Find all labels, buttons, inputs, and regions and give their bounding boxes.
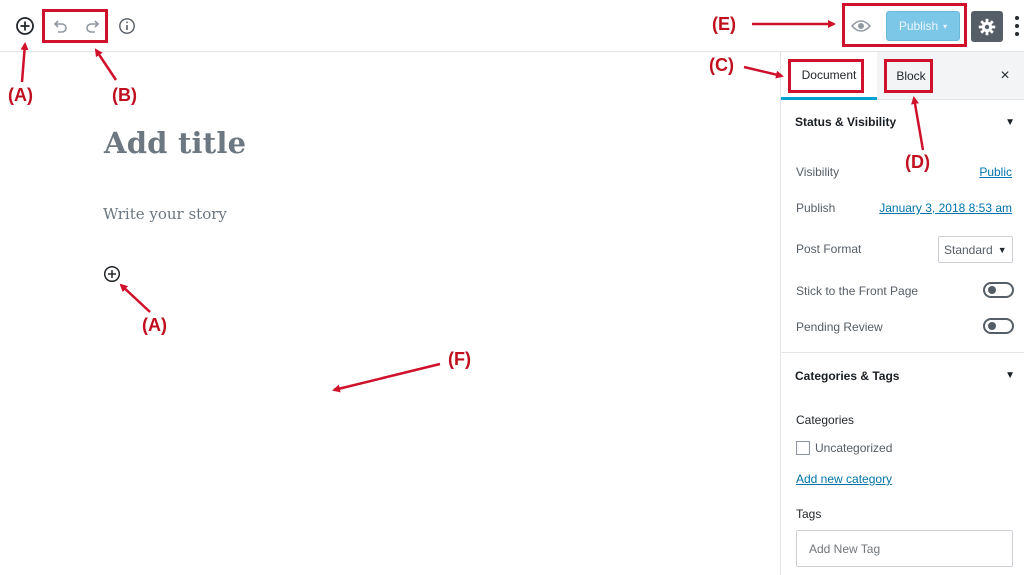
pending-review-label: Pending Review (796, 320, 883, 334)
settings-sidebar: Document Block × Status & Visibility ▼ V… (780, 52, 1024, 575)
annotation-box-b (42, 9, 108, 43)
category-checkbox[interactable] (796, 441, 810, 455)
annotation-label-c: (C) (709, 55, 734, 75)
plus-circle-icon[interactable] (13, 14, 37, 38)
vertical-ellipsis-icon[interactable] (1013, 14, 1021, 38)
panel-title: Categories & Tags (795, 368, 900, 383)
info-icon[interactable] (116, 15, 138, 37)
tag-input[interactable]: Add New Tag (796, 530, 1013, 567)
category-label: Uncategorized (815, 441, 893, 455)
add-new-category-link[interactable]: Add new category (796, 472, 892, 486)
publish-date-link[interactable]: January 3, 2018 8:53 am (879, 201, 1012, 215)
annotation-box-e (842, 3, 967, 47)
sticky-label: Stick to the Front Page (796, 284, 919, 298)
visibility-label: Visibility (796, 165, 840, 179)
visibility-link[interactable]: Public (979, 165, 1012, 179)
pending-review-toggle[interactable] (983, 318, 1014, 334)
annotation-label-a-inline: (A) (142, 315, 167, 335)
editor-canvas: Add title Write your story (0, 52, 780, 575)
close-icon[interactable]: × (995, 66, 1015, 86)
post-format-label: Post Format (796, 242, 862, 256)
gear-icon (978, 18, 996, 35)
chevron-down-icon: ▼ (997, 244, 1007, 255)
post-format-select[interactable]: Standard ▼ (938, 236, 1013, 263)
sticky-toggle[interactable] (983, 282, 1014, 298)
categories-tags-panel-toggle[interactable]: Categories & Tags ▼ (781, 352, 1024, 398)
status-visibility-panel-toggle[interactable]: Status & Visibility ▼ (781, 100, 1024, 144)
post-body-input[interactable]: Write your story (103, 205, 227, 223)
annotation-label-f: (F) (448, 349, 471, 369)
publish-date-label: Publish (796, 201, 836, 215)
annotation-box-c (788, 59, 864, 93)
plus-circle-icon[interactable] (103, 265, 121, 283)
tags-heading: Tags (796, 507, 822, 521)
annotation-label-a-top: (A) (8, 85, 33, 105)
annotation-label-b: (B) (112, 85, 137, 105)
annotation-label-e: (E) (712, 14, 736, 34)
annotation-box-d (884, 59, 933, 93)
panel-title: Status & Visibility (795, 115, 897, 129)
chevron-down-icon: ▼ (1005, 370, 1015, 381)
post-format-value: Standard (944, 242, 993, 257)
categories-heading: Categories (796, 413, 855, 427)
chevron-down-icon: ▼ (1005, 116, 1015, 128)
post-title-input[interactable]: Add title (104, 126, 246, 160)
settings-button[interactable] (971, 11, 1003, 42)
annotation-label-d: (D) (905, 152, 930, 172)
